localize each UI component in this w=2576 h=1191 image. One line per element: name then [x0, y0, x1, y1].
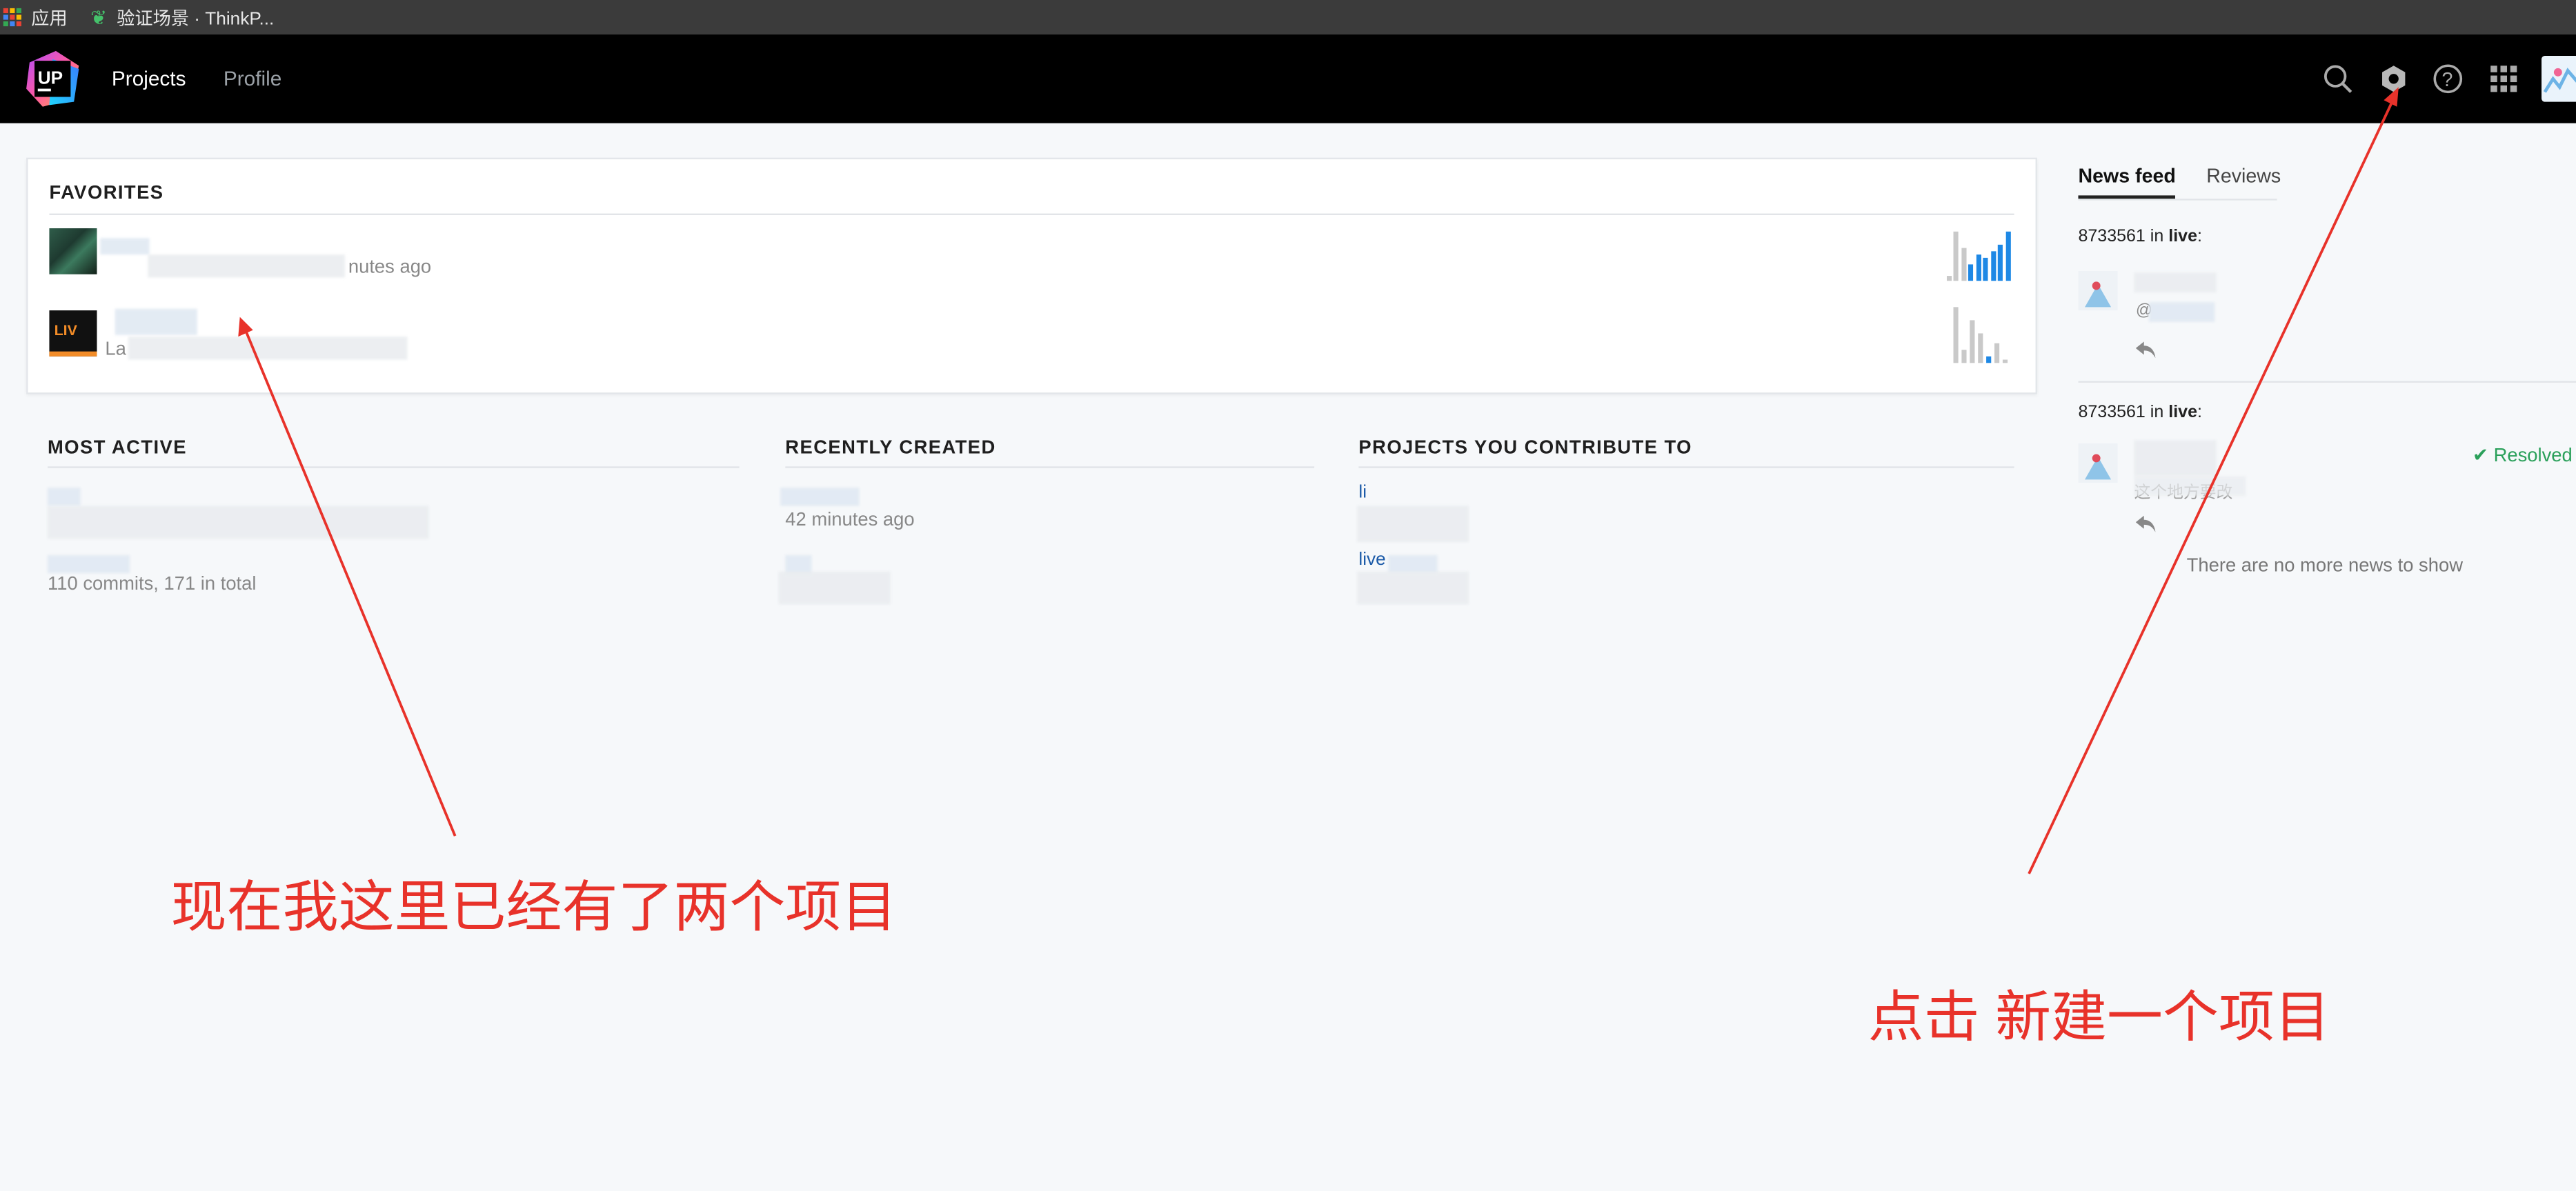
feed-user[interactable]: 8733561 [2078, 402, 2145, 422]
app-header: UP Projects Profile ? [0, 34, 2576, 123]
activity-sparkline [1946, 221, 2012, 281]
redacted-comment [2134, 476, 2246, 497]
divider [785, 466, 1315, 468]
divider [1358, 466, 2014, 468]
divider [2078, 199, 2277, 201]
resolved-badge: ✔ Resolved [2473, 443, 2573, 467]
browser-bookmark-bar: 应用 ❦ 验证场景 · ThinkP... [0, 0, 2576, 35]
feed-in-label: in [2150, 226, 2164, 247]
bookmark-label: 应用 [31, 9, 68, 29]
feed-user[interactable]: 8733561 [2078, 227, 2145, 247]
annotation-right: 点击 新建一个项目 [1867, 987, 2330, 1050]
contribute-project-link[interactable]: live [1358, 550, 1385, 570]
feed-project[interactable]: live [2168, 402, 2197, 422]
redacted-project[interactable] [48, 488, 81, 506]
redacted-name [115, 308, 197, 335]
divider [49, 213, 2014, 215]
feed-user-avatar[interactable] [2078, 443, 2118, 483]
recently-created-title: RECENTLY CREATED [785, 438, 996, 459]
redacted-name [100, 238, 150, 255]
redacted-project [1388, 554, 1438, 574]
bookmark-thinkp[interactable]: ❦ 验证场景 · ThinkP... [90, 4, 274, 30]
project-updated: nutes ago [348, 257, 432, 278]
feed-entry-header: 8733561 in live: [2078, 226, 2202, 247]
upsource-logo[interactable]: UP [23, 49, 82, 108]
svg-text:?: ? [2441, 69, 2453, 91]
bookmark-apps[interactable]: 应用 [0, 4, 68, 30]
reply-icon[interactable] [2134, 340, 2157, 360]
apps-grid-icon [3, 8, 21, 27]
favorites-title: FAVORITES [49, 183, 164, 204]
feed-entry-header: 8733561 in live: [2078, 402, 2202, 423]
contribute-title: PROJECTS YOU CONTRIBUTE TO [1358, 438, 1692, 459]
leaf-icon: ❦ [90, 6, 107, 29]
activity-sparkline [1953, 304, 2019, 363]
help-icon[interactable]: ? [2431, 62, 2464, 95]
redacted-meta [48, 506, 429, 539]
feed-project[interactable]: live [2168, 227, 2197, 247]
redacted-author [2134, 440, 2217, 477]
search-icon[interactable] [2321, 62, 2355, 95]
most-active-title: MOST ACTIVE [48, 438, 187, 459]
page: 应用 ❦ 验证场景 · ThinkP... UP Projects Profil… [0, 0, 2576, 1191]
nav-profile[interactable]: Profile [224, 68, 281, 90]
project-thumbnail [49, 228, 97, 274]
favorite-project-1[interactable]: nutes ago [49, 221, 542, 281]
bookmark-label: 验证场景 · ThinkP... [117, 9, 275, 29]
divider [48, 466, 740, 468]
user-avatar[interactable] [2542, 55, 2576, 102]
nav-projects[interactable]: Projects [112, 68, 186, 90]
redacted-meta [1357, 506, 1469, 542]
redacted-project[interactable] [48, 554, 130, 574]
apps-grid-icon[interactable] [2487, 62, 2520, 95]
tab-reviews[interactable]: Reviews [2206, 164, 2281, 195]
commit-stats: 110 commits, 171 in total [48, 574, 257, 595]
redacted-project[interactable] [780, 488, 860, 506]
created-time: 42 minutes ago [785, 510, 915, 531]
feed-in-label: in [2150, 402, 2164, 423]
reply-icon[interactable] [2134, 514, 2157, 534]
redacted-meta [778, 571, 891, 605]
redacted-author [2134, 272, 2217, 292]
favorites-panel: FAVORITES nutes ago LIV La [26, 157, 2037, 394]
redacted-meta [128, 337, 408, 360]
project-thumbnail: LIV [49, 310, 97, 357]
redacted-meta [148, 254, 346, 278]
no-more-news: There are no more news to show [2186, 557, 2463, 577]
divider [2078, 381, 2576, 383]
redacted-comment [2148, 302, 2215, 322]
check-icon: ✔ [2473, 446, 2488, 467]
arrow-to-favorites [244, 328, 457, 837]
thumbnail-text: LIV [54, 321, 77, 339]
feed-user-avatar[interactable] [2078, 270, 2118, 311]
settings-hexagon-icon[interactable] [2377, 62, 2410, 95]
resolved-label: Resolved [2493, 446, 2573, 467]
annotation-left: 现在我这里已经有了两个项目 [170, 877, 898, 940]
logo-text: UP [38, 67, 63, 88]
contribute-project-link[interactable]: li [1358, 483, 1367, 503]
tab-news-feed[interactable]: News feed [2078, 164, 2176, 199]
redacted-meta [1357, 571, 1469, 605]
project-updated: La [105, 339, 126, 360]
favorite-project-2[interactable]: LIV La [49, 304, 542, 363]
